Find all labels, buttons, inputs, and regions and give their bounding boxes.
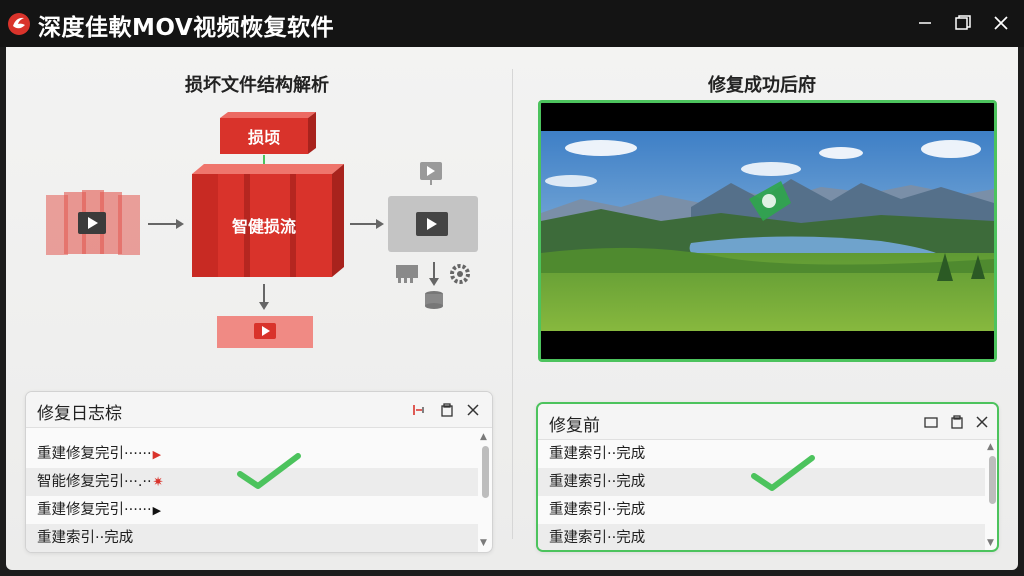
maximize-button[interactable] bbox=[950, 10, 976, 36]
structure-diagram: 损顷 智健损流 bbox=[46, 112, 478, 348]
log-row-text: 重建索引··完成 bbox=[37, 530, 134, 546]
scrollbar[interactable]: ▲ ▼ bbox=[479, 432, 491, 552]
minimize-icon bbox=[919, 22, 931, 24]
clipboard-icon[interactable] bbox=[949, 414, 965, 430]
video-preview[interactable] bbox=[538, 100, 997, 362]
landscape-image bbox=[541, 103, 994, 359]
close-button[interactable] bbox=[988, 10, 1014, 36]
arrow-down-icon bbox=[429, 262, 439, 286]
checkmark-icon bbox=[237, 453, 301, 489]
title-bar: 深度佳軟MOV视频恢复软件 bbox=[0, 0, 1024, 47]
app-title: 深度佳軟MOV视频恢复软件 bbox=[38, 15, 335, 41]
play-marker-icon: ▶ bbox=[152, 448, 162, 461]
panel-title: 修复日志棕 bbox=[37, 404, 122, 424]
core-label: 智健损流 bbox=[232, 217, 296, 236]
scroll-down-icon[interactable]: ▼ bbox=[987, 538, 994, 548]
repair-log-panel: 修复日志棕 重建修复完引······▶ 智能修复完引···.··✷ 重建修复完引… bbox=[25, 391, 493, 553]
app-logo-icon bbox=[8, 13, 30, 35]
main-content: 损坏文件结构解析 损顷 智健损流 修复日志棕 重建修复完引······▶ 智能修… bbox=[6, 47, 1018, 570]
monitor-icon bbox=[420, 162, 442, 185]
arrow-down-icon bbox=[259, 284, 269, 310]
log-row: 重建索引··完成 bbox=[26, 524, 478, 552]
video-screen-icon bbox=[388, 196, 478, 252]
window-icon[interactable] bbox=[923, 414, 939, 430]
close-icon[interactable] bbox=[974, 414, 990, 430]
panel-header: 修复日志棕 bbox=[26, 392, 492, 428]
spark-marker-icon: ✷ bbox=[152, 475, 164, 490]
right-section-title: 修复成功后府 bbox=[708, 75, 816, 96]
log-row: 重建索引··完成 bbox=[549, 502, 646, 518]
scroll-thumb[interactable] bbox=[482, 446, 489, 498]
scrollbar[interactable]: ▲ ▼ bbox=[986, 442, 997, 550]
damaged-label: 损顷 bbox=[248, 128, 280, 147]
output-video-icon bbox=[217, 316, 313, 348]
panel-header: 修复前 bbox=[538, 404, 997, 440]
damaged-file-stack-icon bbox=[46, 190, 140, 255]
database-icon bbox=[425, 291, 443, 309]
play-marker-icon: ▶ bbox=[152, 504, 162, 517]
arrow-right-icon bbox=[148, 219, 184, 229]
log-row: 重建索引··完成 bbox=[538, 524, 985, 550]
panel-title: 修复前 bbox=[549, 416, 600, 436]
divider bbox=[512, 69, 513, 539]
clipboard-icon[interactable] bbox=[439, 402, 455, 418]
gear-icon bbox=[450, 264, 470, 284]
left-section-title: 损坏文件结构解析 bbox=[185, 75, 329, 96]
log-row-text: 重建修复完引······ bbox=[37, 502, 152, 518]
restore-icon bbox=[955, 15, 971, 30]
checkmark-icon bbox=[751, 455, 815, 491]
scroll-down-icon[interactable]: ▼ bbox=[480, 538, 487, 548]
scroll-up-icon[interactable]: ▲ bbox=[480, 432, 487, 442]
close-icon bbox=[994, 16, 1008, 30]
hardware-icon bbox=[396, 265, 418, 283]
scroll-up-icon[interactable]: ▲ bbox=[987, 442, 994, 452]
close-icon[interactable] bbox=[465, 402, 481, 418]
split-icon[interactable] bbox=[411, 402, 427, 418]
minimize-button[interactable] bbox=[912, 10, 938, 36]
before-repair-panel: 修复前 重建索引··完成 重建索引··完成 重建索引··完成 重建索引··完成 … bbox=[536, 402, 999, 552]
arrow-right-icon bbox=[350, 219, 384, 229]
log-row: 重建修复完引······▶ bbox=[26, 496, 478, 524]
log-row-text: 智能修复完引···.·· bbox=[37, 474, 152, 490]
log-row-text: 重建修复完引······ bbox=[37, 446, 152, 462]
scroll-thumb[interactable] bbox=[989, 456, 996, 504]
